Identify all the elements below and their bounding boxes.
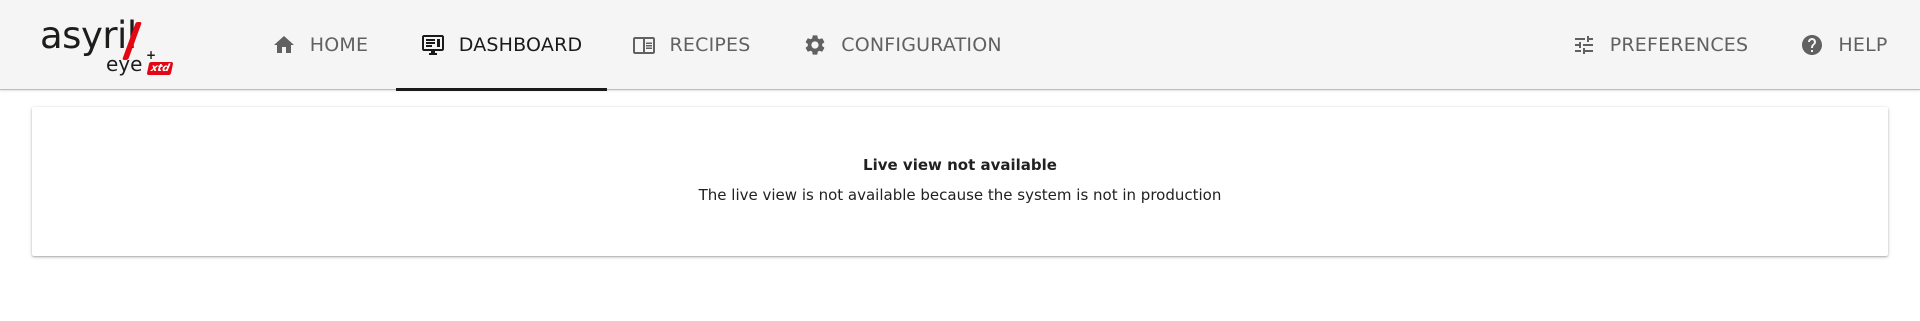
tab-recipes-label: RECIPES [669, 34, 751, 56]
live-view-message: The live view is not available because t… [698, 186, 1222, 204]
tab-configuration-label: CONFIGURATION [841, 34, 1002, 56]
logo-plus: + [146, 48, 157, 62]
top-navigation-bar: asyril eye + xtd HOME DASHBOARD RECIPES … [0, 0, 1920, 91]
tab-preferences[interactable]: PREFERENCES [1560, 0, 1760, 90]
live-view-card: Live view not available The live view is… [32, 107, 1888, 256]
tab-home-label: HOME [309, 34, 369, 56]
tab-configuration[interactable]: CONFIGURATION [775, 0, 1030, 90]
logo-wordmark: asyril [40, 14, 137, 57]
monitor-icon [421, 33, 445, 57]
tab-preferences-label: PREFERENCES [1609, 34, 1749, 56]
tab-dashboard[interactable]: DASHBOARD [396, 0, 607, 91]
logo-product-name: eye [106, 52, 143, 76]
home-icon [272, 33, 296, 57]
book-icon [632, 33, 656, 57]
tab-dashboard-label: DASHBOARD [458, 34, 583, 56]
tab-recipes[interactable]: RECIPES [617, 0, 765, 90]
logo-xtd-badge: xtd [146, 62, 174, 75]
gear-icon [803, 33, 827, 57]
tab-home[interactable]: HOME [254, 0, 386, 90]
live-view-title: Live view not available [863, 156, 1057, 174]
sliders-icon [1572, 33, 1596, 57]
asyril-eye-logo[interactable]: asyril eye + xtd [40, 16, 175, 78]
tab-help[interactable]: HELP [1790, 0, 1898, 90]
tab-help-label: HELP [1838, 34, 1888, 56]
help-circle-icon [1800, 33, 1824, 57]
